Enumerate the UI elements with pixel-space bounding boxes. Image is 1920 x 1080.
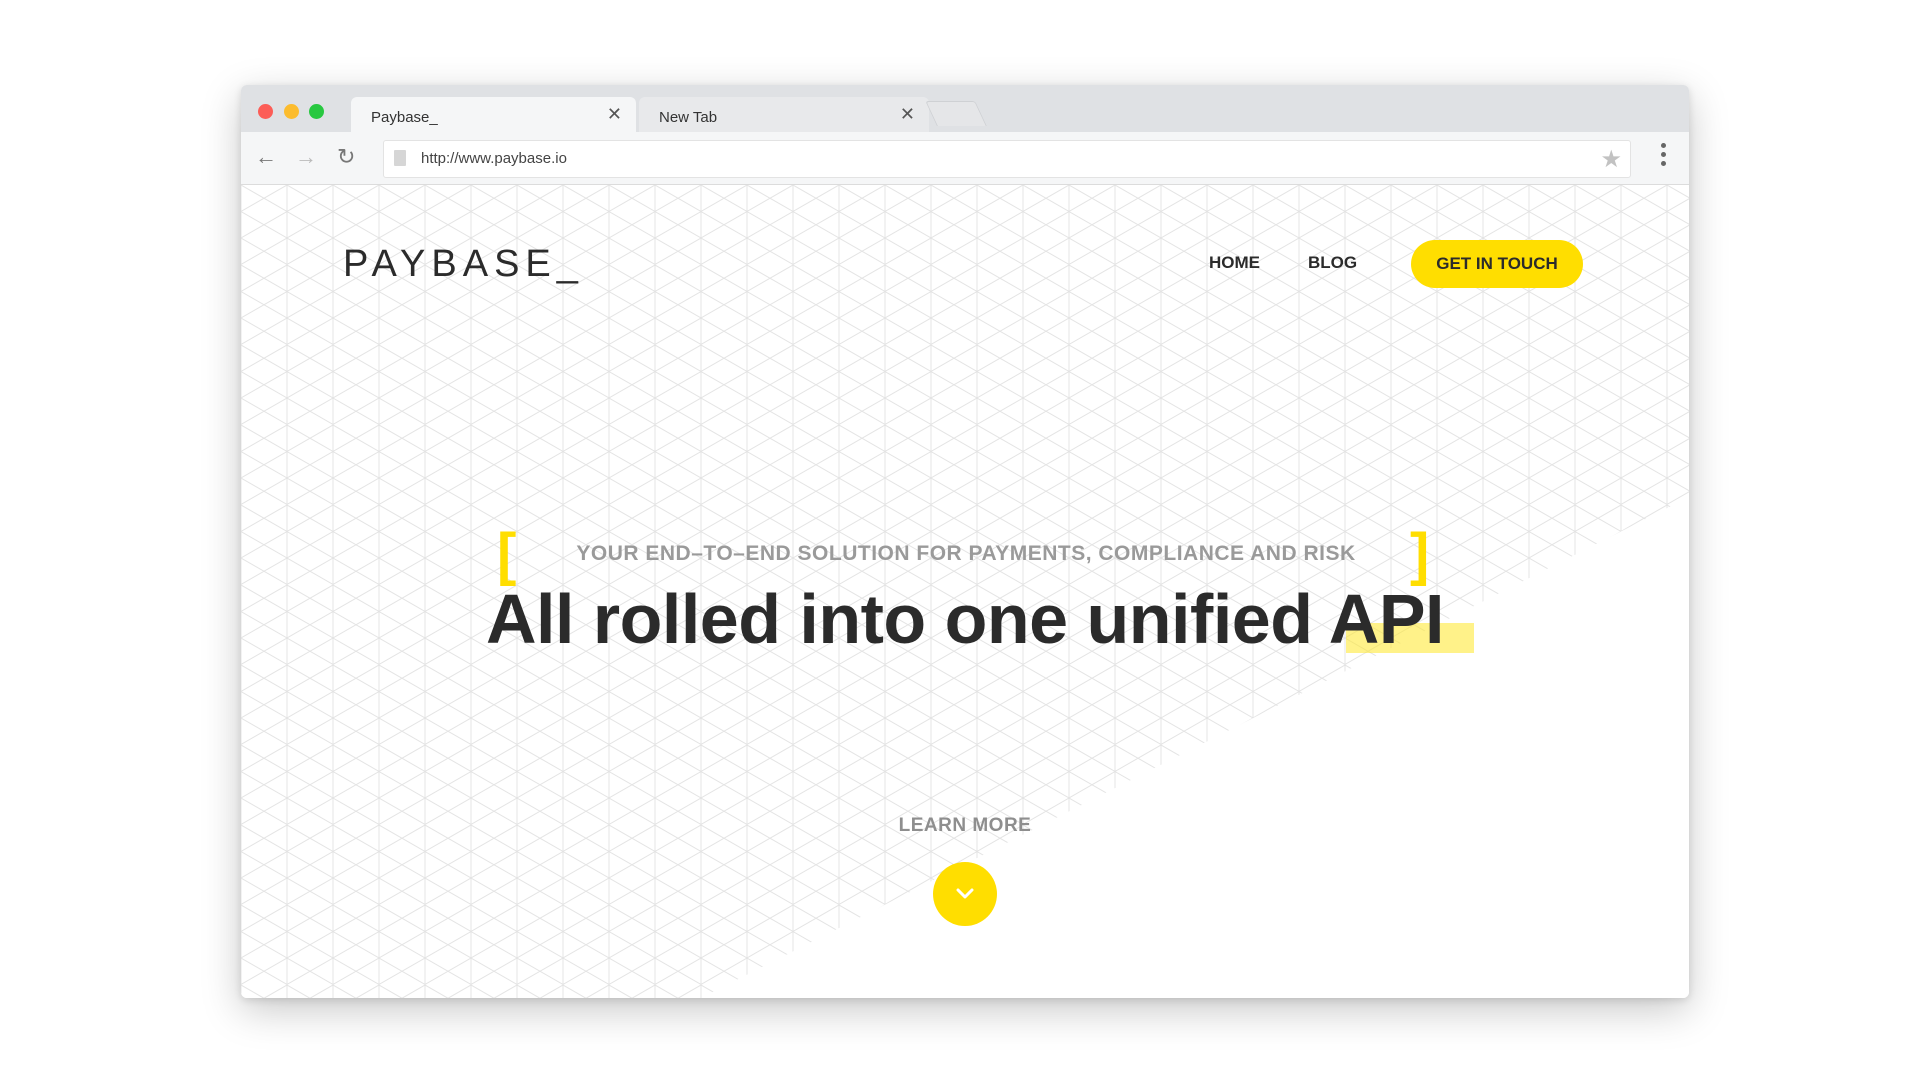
minimize-window-button[interactable] [284,104,299,119]
page-icon [394,150,406,166]
bracket-right-icon: ] [1410,522,1430,587]
menu-icon[interactable] [1661,143,1667,166]
scroll-down-button[interactable] [933,862,997,926]
forward-arrow-icon[interactable]: → [295,145,317,169]
bracket-left-icon: [ [497,522,517,587]
tab-paybase[interactable]: Paybase_ ✕ [351,97,636,132]
hero-headline: All rolled into one unified API [485,580,1445,658]
close-window-button[interactable] [258,104,273,119]
page-viewport: PAYBASE_ HOME BLOG GET IN TOUCH [ YOUR E… [241,185,1689,998]
reload-icon[interactable]: ↻ [337,145,355,169]
tab-label: New Tab [659,109,718,126]
learn-more-label[interactable]: LEARN MORE [241,815,1689,837]
back-arrow-icon[interactable]: ← [255,145,277,169]
tab-new-tab[interactable]: New Tab ✕ [639,97,929,132]
tab-bar: Paybase_ ✕ New Tab ✕ [241,85,1689,132]
tab-label: Paybase_ [371,109,438,126]
get-in-touch-button[interactable]: GET IN TOUCH [1411,240,1583,288]
site-logo[interactable]: PAYBASE_ [343,243,584,286]
star-icon[interactable]: ★ [1600,145,1622,174]
hero-subtitle: YOUR END–TO–END SOLUTION FOR PAYMENTS, C… [576,542,1356,565]
nav-blog[interactable]: BLOG [1308,253,1357,273]
new-tab-button[interactable] [925,101,987,126]
chevron-down-icon [956,888,974,899]
maximize-window-button[interactable] [309,104,324,119]
browser-window: Paybase_ ✕ New Tab ✕ ← → ↻ http://www.pa… [241,85,1689,998]
browser-toolbar: ← → ↻ http://www.paybase.io ★ [241,132,1689,185]
nav-home[interactable]: HOME [1209,253,1260,273]
close-icon[interactable]: ✕ [607,104,622,125]
url-text[interactable]: http://www.paybase.io [421,150,567,167]
address-bar[interactable]: http://www.paybase.io ★ [383,140,1631,178]
close-icon[interactable]: ✕ [900,104,915,125]
